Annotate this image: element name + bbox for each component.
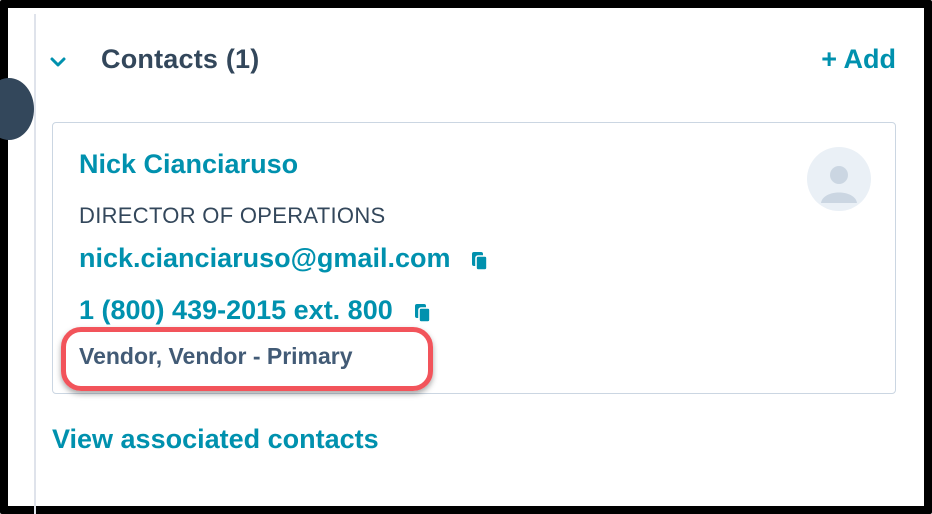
add-contact-button[interactable]: + Add xyxy=(821,44,896,75)
contacts-section-header[interactable]: Contacts (1) + Add xyxy=(44,40,896,84)
chevron-down-icon[interactable] xyxy=(48,52,68,72)
contact-job-title: DIRECTOR OF OPERATIONS xyxy=(79,203,386,228)
contact-card: Nick Cianciaruso DIRECTOR OF OPERATIONS … xyxy=(52,122,896,394)
sidebar-toggle-handle[interactable] xyxy=(0,78,34,140)
highlight-annotation xyxy=(61,327,433,391)
view-associated-contacts-link[interactable]: View associated contacts xyxy=(52,424,379,455)
contact-email-link[interactable]: nick.cianciaruso@gmail.com xyxy=(79,243,450,274)
copy-icon[interactable] xyxy=(470,248,490,271)
contact-name-link[interactable]: Nick Cianciaruso xyxy=(79,149,298,180)
copy-icon[interactable] xyxy=(413,300,433,323)
person-placeholder-icon xyxy=(807,147,871,211)
contact-phone-row: 1 (800) 439-2015 ext. 800 xyxy=(79,295,433,326)
sidebar-divider xyxy=(34,14,36,514)
section-title: Contacts (1) xyxy=(101,44,260,74)
contact-email-row: nick.cianciaruso@gmail.com xyxy=(79,243,490,274)
contact-phone-link[interactable]: 1 (800) 439-2015 ext. 800 xyxy=(79,295,393,326)
